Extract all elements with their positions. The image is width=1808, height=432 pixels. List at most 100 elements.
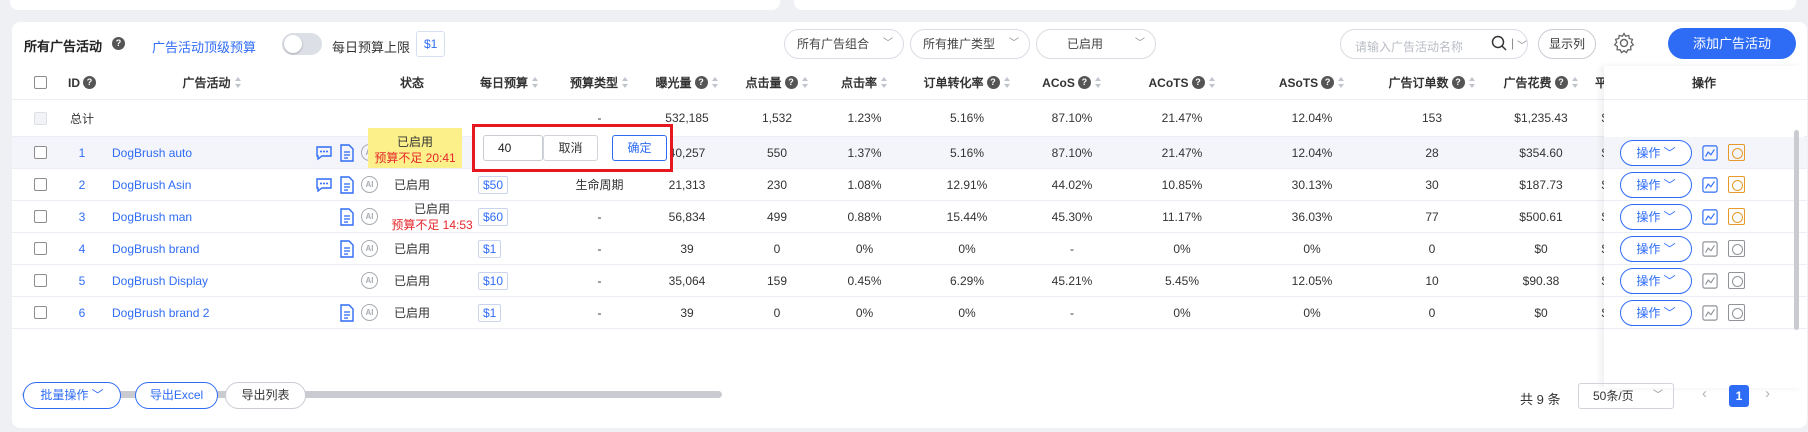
document-icon[interactable] (339, 207, 355, 226)
header-cvr[interactable]: 订单转化率? (907, 66, 1027, 99)
row-id[interactable]: 3 (52, 201, 112, 232)
sort-icon[interactable] (532, 76, 539, 89)
sort-icon[interactable] (234, 76, 242, 89)
campaign-name-link[interactable]: DogBrush brand 2 (112, 297, 272, 328)
help-icon[interactable]: ? (694, 76, 708, 89)
header-ctr[interactable]: 点击率 (822, 66, 907, 99)
chart-icon[interactable] (1702, 304, 1718, 321)
table-row[interactable]: 5 DogBrush Display AI 已启用 $10 - 35,064 159 0.45%… (12, 265, 1807, 297)
clock-icon[interactable] (1728, 208, 1745, 225)
ai-icon[interactable]: AI (361, 208, 378, 225)
budget-confirm-button[interactable]: 确定 (612, 135, 667, 161)
chart-icon[interactable] (1702, 208, 1718, 225)
budget-edit-input[interactable]: 40 (483, 135, 543, 161)
chart-icon[interactable] (1702, 144, 1718, 161)
help-icon[interactable]: ? (986, 76, 1000, 89)
campaign-name-link[interactable]: DogBrush Asin (112, 169, 272, 200)
clock-icon[interactable] (1728, 144, 1745, 161)
show-columns-button[interactable]: 显示列 (1538, 29, 1596, 59)
campaign-name-link[interactable]: DogBrush brand (112, 233, 272, 264)
daily-budget-button[interactable]: $1 (478, 239, 502, 258)
comment-icon[interactable] (315, 145, 333, 161)
ai-icon[interactable]: AI (361, 272, 378, 289)
sort-icon[interactable] (1571, 76, 1579, 89)
header-acos[interactable]: ACoS? (1027, 66, 1117, 99)
table-row[interactable]: 3 DogBrush man AI 已启用 预算不足 14:53 $60 - 56,834 49… (12, 201, 1807, 233)
document-icon[interactable] (339, 175, 355, 194)
table-row[interactable]: 2 DogBrush Asin AI 已启用 $50 生命周期 21,313 230 1.08%… (12, 169, 1807, 201)
help-icon[interactable]: ? (1191, 76, 1205, 89)
ad-type-select[interactable]: 所有推广类型 ﹀ (910, 29, 1030, 59)
batch-operation-button[interactable]: 批量操作 ﹀ (23, 382, 121, 409)
document-icon[interactable] (339, 303, 355, 322)
sort-icon[interactable] (881, 76, 888, 89)
daily-budget-button[interactable]: $10 (478, 271, 509, 290)
help-icon[interactable]: ? (1321, 76, 1335, 89)
horizontal-scrollbar[interactable] (22, 391, 722, 398)
header-campaign[interactable]: 广告活动 (112, 66, 312, 99)
campaign-name-link[interactable]: DogBrush man (112, 201, 272, 232)
header-impressions[interactable]: 曝光量? (642, 66, 732, 99)
search-input[interactable]: 请输入广告活动名称 (1355, 38, 1463, 55)
budget-cancel-button[interactable]: 取消 (543, 135, 598, 161)
chart-icon[interactable] (1702, 240, 1718, 257)
campaign-name-link[interactable]: DogBrush Display (112, 265, 272, 296)
vertical-scrollbar[interactable] (1794, 130, 1799, 330)
header-daily-budget[interactable]: 每日预算 (462, 66, 557, 99)
help-icon[interactable]: ? (1451, 76, 1465, 89)
clock-icon[interactable] (1728, 240, 1745, 257)
add-campaign-button[interactable]: 添加广告活动 (1668, 28, 1796, 59)
comment-icon[interactable] (315, 177, 333, 193)
help-icon[interactable]: ? (83, 76, 96, 89)
help-icon[interactable]: ? (1554, 76, 1568, 89)
row-id[interactable]: 1 (52, 137, 112, 168)
current-page[interactable]: 1 (1729, 385, 1749, 407)
row-checkbox[interactable] (33, 210, 47, 223)
row-id[interactable]: 5 (52, 265, 112, 296)
operation-dropdown-button[interactable]: 操作 ﹀ (1620, 203, 1692, 230)
row-checkbox[interactable] (33, 274, 47, 287)
ai-icon[interactable]: AI (361, 304, 378, 321)
header-orders[interactable]: 广告订单数? (1377, 66, 1487, 99)
ai-icon[interactable]: AI (361, 176, 378, 193)
chart-icon[interactable] (1702, 272, 1718, 289)
page-size-select[interactable]: 50条/页 ﹀ (1578, 383, 1674, 409)
table-row[interactable]: 6 DogBrush brand 2 AI 已启用 $1 - 39 0 0% 0% - 0% 0% 0 $0… (12, 297, 1807, 329)
export-excel-button[interactable]: 导出Excel (135, 382, 218, 409)
ai-icon[interactable]: AI (361, 240, 378, 257)
row-id[interactable]: 4 (52, 233, 112, 264)
campaign-search[interactable]: 请输入广告活动名称 | ﹀ (1340, 29, 1528, 59)
sort-icon[interactable] (1094, 76, 1102, 89)
document-icon[interactable] (339, 239, 355, 258)
header-spend[interactable]: 广告花费? (1487, 66, 1595, 99)
header-asots[interactable]: ASoTS? (1247, 66, 1377, 99)
row-checkbox[interactable] (33, 146, 47, 159)
sort-icon[interactable] (622, 76, 629, 89)
help-icon[interactable]: ? (784, 76, 798, 89)
row-checkbox[interactable] (33, 178, 47, 191)
row-checkbox[interactable] (33, 242, 47, 255)
sort-icon[interactable] (1468, 76, 1476, 89)
row-checkbox[interactable] (33, 306, 47, 319)
daily-budget-button[interactable]: $50 (478, 175, 509, 194)
prev-page-icon[interactable]: ‹ (1702, 385, 1707, 402)
next-page-icon[interactable]: › (1765, 385, 1770, 402)
operation-dropdown-button[interactable]: 操作 ﹀ (1620, 235, 1692, 262)
daily-budget-button[interactable]: $1 (478, 303, 502, 322)
clock-icon[interactable] (1728, 304, 1745, 321)
select-all-checkbox[interactable] (33, 76, 47, 89)
sort-icon[interactable] (801, 76, 809, 89)
operation-dropdown-button[interactable]: 操作 ﹀ (1620, 139, 1692, 166)
table-row[interactable]: 1DogBrush autoAI40,2575501.37%5.16%87.10… (12, 137, 1807, 169)
portfolio-select[interactable]: 所有广告组合 ﹀ (784, 29, 904, 59)
document-icon[interactable] (339, 143, 355, 162)
table-row[interactable]: 4DogBrush brandAI已启用$1-3900%0%-0%0%0$0$ (12, 233, 1807, 265)
campaign-name-link[interactable]: DogBrush auto (112, 137, 272, 168)
sort-icon[interactable] (1003, 76, 1011, 89)
row-id[interactable]: 6 (52, 297, 112, 328)
chart-icon[interactable] (1702, 176, 1718, 193)
operation-dropdown-button[interactable]: 操作 ﹀ (1620, 267, 1692, 294)
sort-icon[interactable] (1338, 76, 1345, 89)
clock-icon[interactable] (1728, 272, 1745, 289)
chevron-down-icon[interactable]: ﹀ (1517, 37, 1527, 52)
